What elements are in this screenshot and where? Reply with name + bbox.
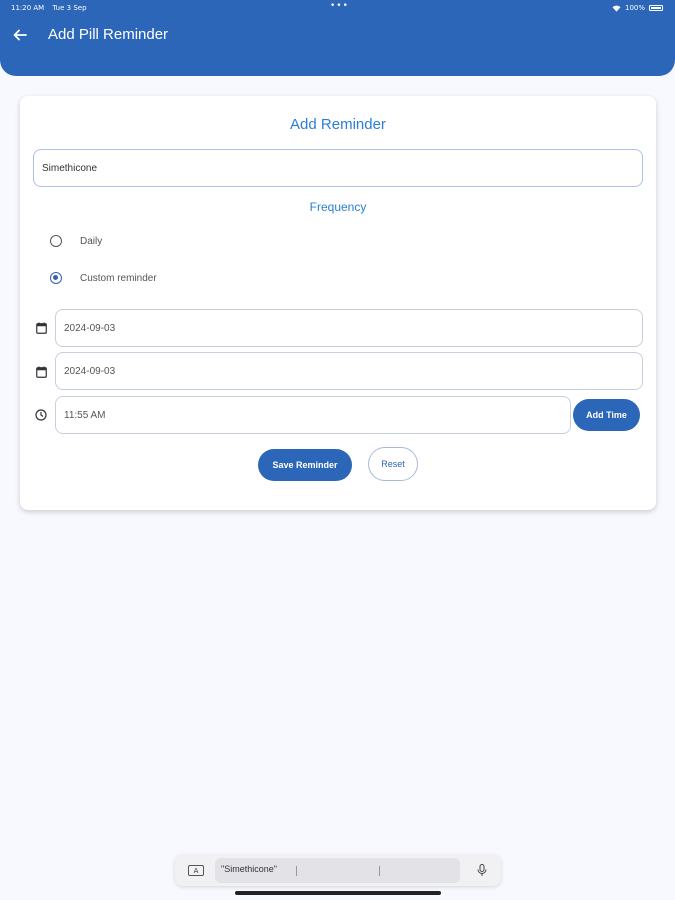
radio-option-custom[interactable]: Custom reminder: [50, 269, 157, 287]
frequency-label: Frequency: [309, 200, 367, 214]
radio-option-daily[interactable]: Daily: [50, 232, 102, 250]
reminder-form-card: Add Reminder Frequency Daily Custom remi…: [20, 96, 656, 510]
status-time: 11:20 AM: [11, 4, 45, 12]
radio-custom-label: Custom reminder: [80, 272, 157, 284]
radio-custom[interactable]: [50, 272, 62, 284]
calendar-icon[interactable]: [34, 321, 48, 335]
wifi-icon: [612, 5, 621, 12]
app-bar: 11:20 AM Tue 3 Sep ••• 100% Add Pill Rem…: [0, 0, 675, 76]
calendar-icon[interactable]: [34, 365, 48, 379]
radio-daily-label: Daily: [80, 235, 103, 247]
status-bar-right: 100%: [612, 4, 663, 12]
form-title: Add Reminder: [290, 116, 386, 133]
suggestion-strip: "Simethicone": [215, 858, 460, 883]
keyboard-icon-label: A: [193, 866, 199, 875]
time-value: 11:55 AM: [64, 409, 106, 421]
end-date-field[interactable]: 2024-09-03: [55, 352, 643, 390]
reset-button[interactable]: Reset: [368, 447, 418, 481]
microphone-icon[interactable]: [477, 864, 487, 877]
multitask-dots[interactable]: •••: [330, 1, 349, 11]
suggestion-divider: [296, 866, 297, 876]
start-date-value: 2024-09-03: [64, 322, 116, 334]
status-date: Tue 3 Sep: [52, 4, 87, 12]
home-indicator[interactable]: [235, 891, 441, 895]
radio-daily[interactable]: [50, 235, 62, 247]
start-date-field[interactable]: 2024-09-03: [55, 309, 643, 347]
arrow-left-icon: [13, 29, 27, 41]
battery-percent: 100%: [624, 4, 645, 12]
status-bar-left: 11:20 AM Tue 3 Sep: [11, 4, 93, 12]
save-reminder-button[interactable]: Save Reminder: [258, 449, 352, 481]
end-date-value: 2024-09-03: [64, 365, 116, 377]
add-time-button[interactable]: Add Time: [573, 399, 640, 431]
suggestion-divider: [379, 866, 380, 876]
clock-icon[interactable]: [34, 408, 48, 422]
time-field[interactable]: 11:55 AM: [55, 396, 571, 434]
medicine-name-input[interactable]: [33, 149, 643, 187]
battery-icon: [649, 5, 663, 11]
suggestion-text[interactable]: "Simethicone": [221, 864, 277, 874]
page-title: Add Pill Reminder: [48, 26, 169, 43]
keyboard-suggestion-bar: A "Simethicone": [175, 855, 501, 886]
back-button[interactable]: [10, 26, 30, 44]
keyboard-icon[interactable]: A: [188, 865, 204, 876]
